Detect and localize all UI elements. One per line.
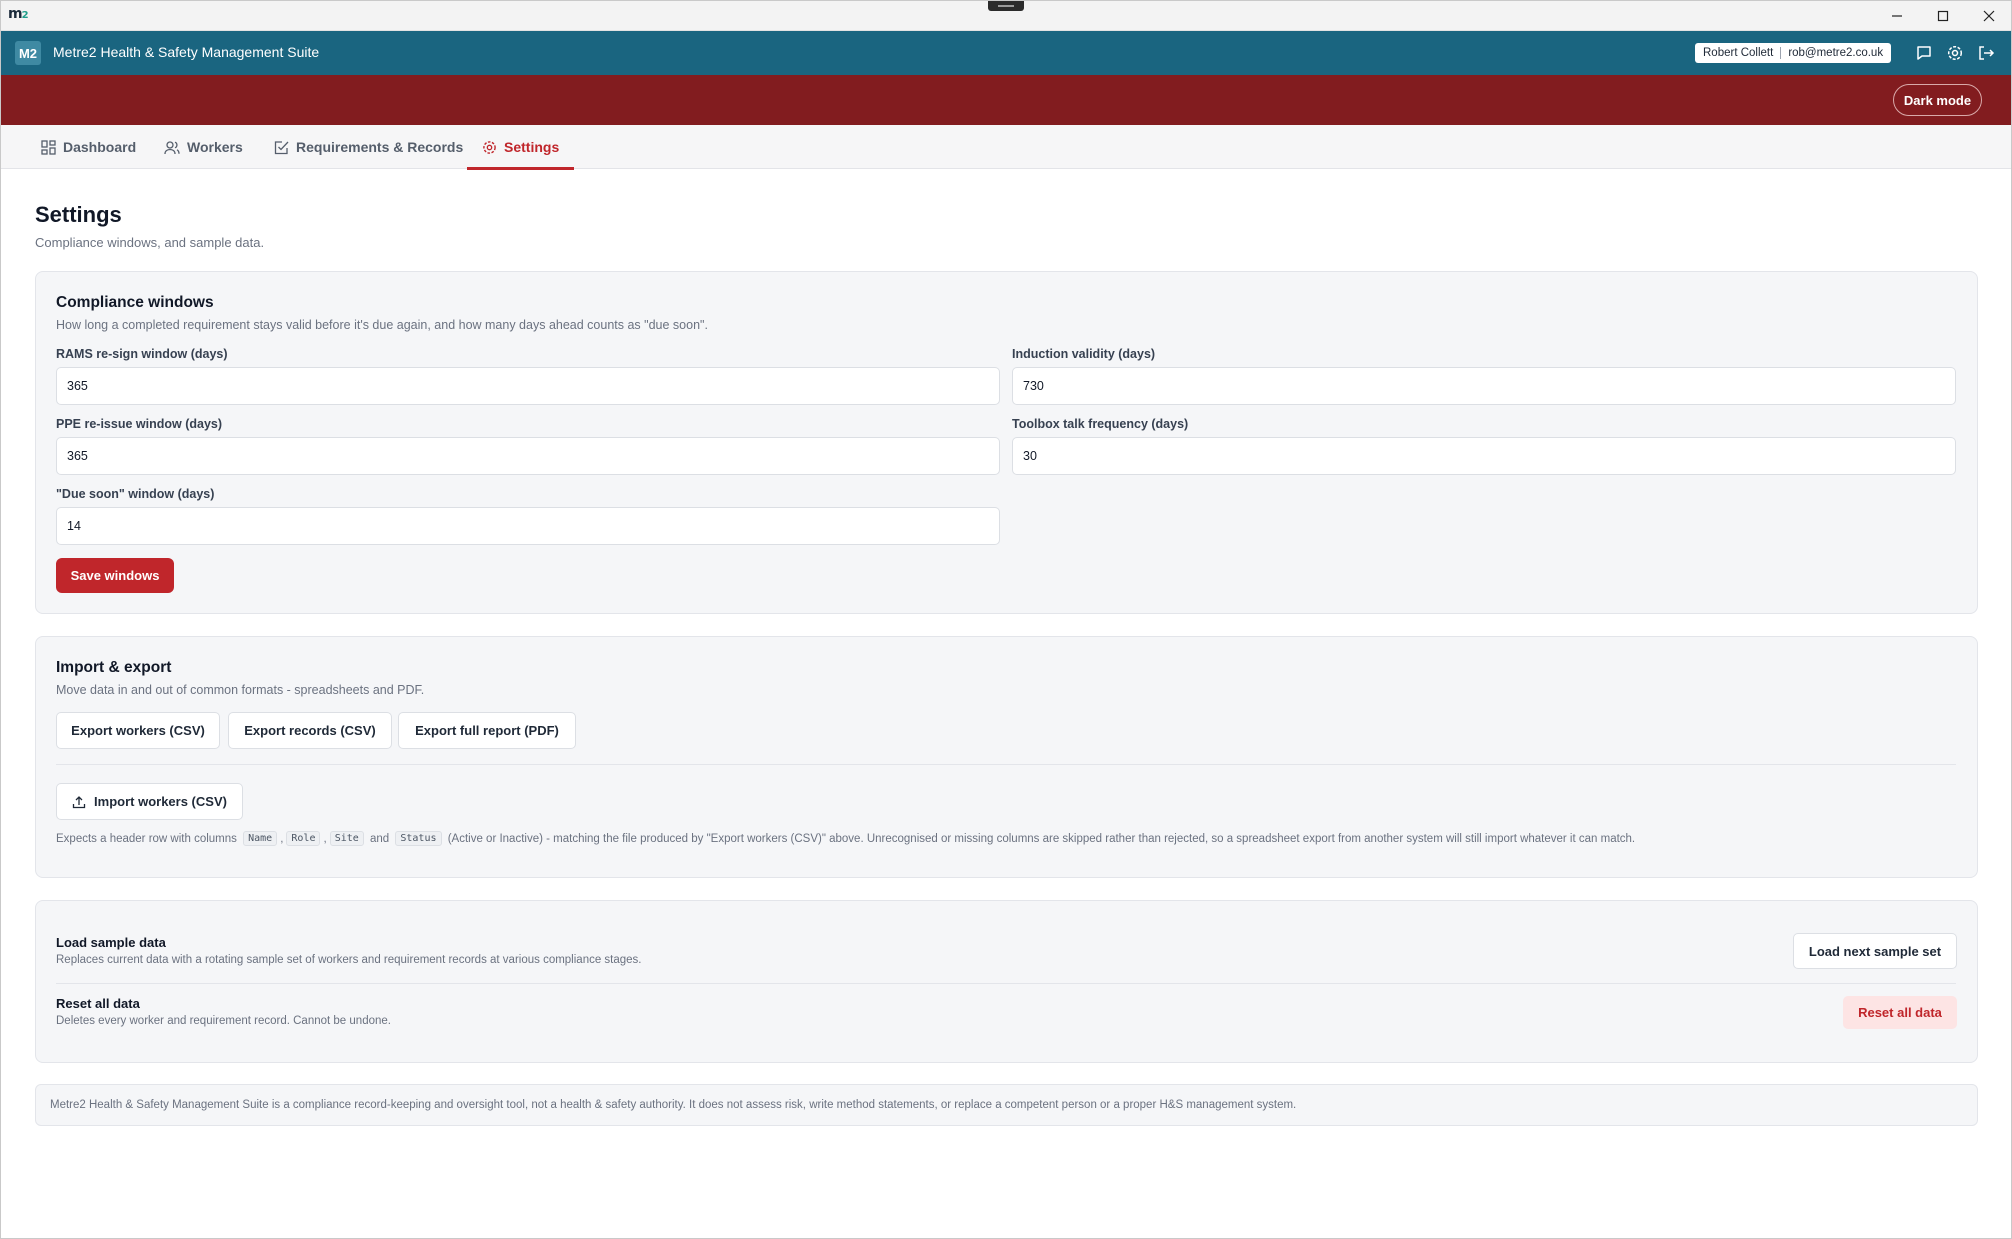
row-divider [56,983,1956,984]
toolbox-frequency-input[interactable] [1012,437,1956,475]
data-management-card: Load sample data Replaces current data w… [35,900,1978,1063]
import-workers-button[interactable]: Import workers (CSV) [56,783,243,820]
close-icon[interactable] [1966,0,2012,31]
card-description: Move data in and out of common formats -… [56,683,425,697]
reset-data-description: Deletes every worker and requirement rec… [56,1015,391,1027]
tab-workers[interactable]: Workers [164,125,243,169]
checklist-icon [274,140,289,154]
tab-label: Dashboard [63,139,137,155]
column-name-code: Name [243,831,278,846]
app-title: Metre2 Health & Safety Management Suite [53,44,320,60]
load-sample-description: Replaces current data with a rotating sa… [56,954,642,966]
ppe-window-input[interactable] [56,437,1000,475]
card-title: Import & export [56,659,172,676]
page-subtitle: Compliance windows, and sample data. [35,235,265,250]
export-records-button[interactable]: Export records (CSV) [228,712,392,749]
column-site-code: Site [329,831,364,846]
section-divider [56,764,1956,765]
compliance-windows-card: Compliance windows How long a completed … [35,271,1978,614]
load-sample-title: Load sample data [56,935,166,950]
ppe-window-label: PPE re-issue window (days) [56,417,223,431]
minimize-icon[interactable] [1874,0,1920,31]
card-title: Compliance windows [56,294,214,311]
tab-requirements-records[interactable]: Requirements & Records [274,125,463,169]
user-account-pill[interactable]: Robert Collett rob@metre2.co.uk [1695,43,1892,63]
users-icon [164,140,180,154]
logout-icon[interactable] [1977,44,1995,62]
app-header: M2 Metre2 Health & Safety Management Sui… [0,31,2012,75]
main-tabs: Dashboard Workers Requirements & Records… [0,125,2012,170]
column-role-code: Role [286,831,321,846]
settings-gear-icon[interactable] [1946,44,1964,62]
app-logo: M2 [15,41,41,65]
toolbox-frequency-label: Toolbox talk frequency (days) [1012,417,1189,431]
tab-label: Settings [504,139,560,155]
import-workers-label: Import workers (CSV) [94,794,227,809]
upload-icon [72,795,86,808]
tab-dashboard[interactable]: Dashboard [41,125,136,169]
due-soon-window-label: "Due soon" window (days) [56,487,215,501]
dashboard-icon [41,139,56,155]
user-name: Robert Collett [1703,47,1774,59]
tab-label: Workers [187,139,243,155]
window-drag-handle[interactable] [988,0,1024,11]
import-export-card: Import & export Move data in and out of … [35,636,1978,878]
export-report-button[interactable]: Export full report (PDF) [398,712,576,749]
column-status-code: Status [395,831,442,846]
maximize-icon[interactable] [1920,0,1966,31]
app-banner: Dark mode [0,75,2012,125]
tab-settings[interactable]: Settings [467,125,575,170]
page-title: Settings [35,202,122,227]
dark-mode-button[interactable]: Dark mode [1893,84,1982,116]
feedback-icon[interactable] [1915,44,1933,62]
disclaimer-notice: Metre2 Health & Safety Management Suite … [35,1084,1978,1126]
reset-data-title: Reset all data [56,996,140,1011]
rams-window-label: RAMS re-sign window (days) [56,347,228,361]
load-next-sample-button[interactable]: Load next sample set [1793,933,1957,969]
rams-window-input[interactable] [56,367,1000,405]
export-workers-button[interactable]: Export workers (CSV) [56,712,220,749]
window-title-bar: m2 [0,0,2012,31]
induction-validity-label: Induction validity (days) [1012,347,1156,361]
reset-all-data-button[interactable]: Reset all data [1843,996,1957,1029]
tab-label: Requirements & Records [296,139,464,155]
import-help-text: Expects a header row with columns Name, R… [56,831,1636,846]
due-soon-window-input[interactable] [56,507,1000,545]
gear-icon [483,140,496,154]
user-email: rob@metre2.co.uk [1788,47,1884,59]
app-logo-icon: m2 [8,6,29,22]
induction-validity-input[interactable] [1012,367,1956,405]
card-description: How long a completed requirement stays v… [56,318,708,332]
user-pill-divider [1780,47,1782,59]
save-windows-button[interactable]: Save windows [56,558,174,593]
